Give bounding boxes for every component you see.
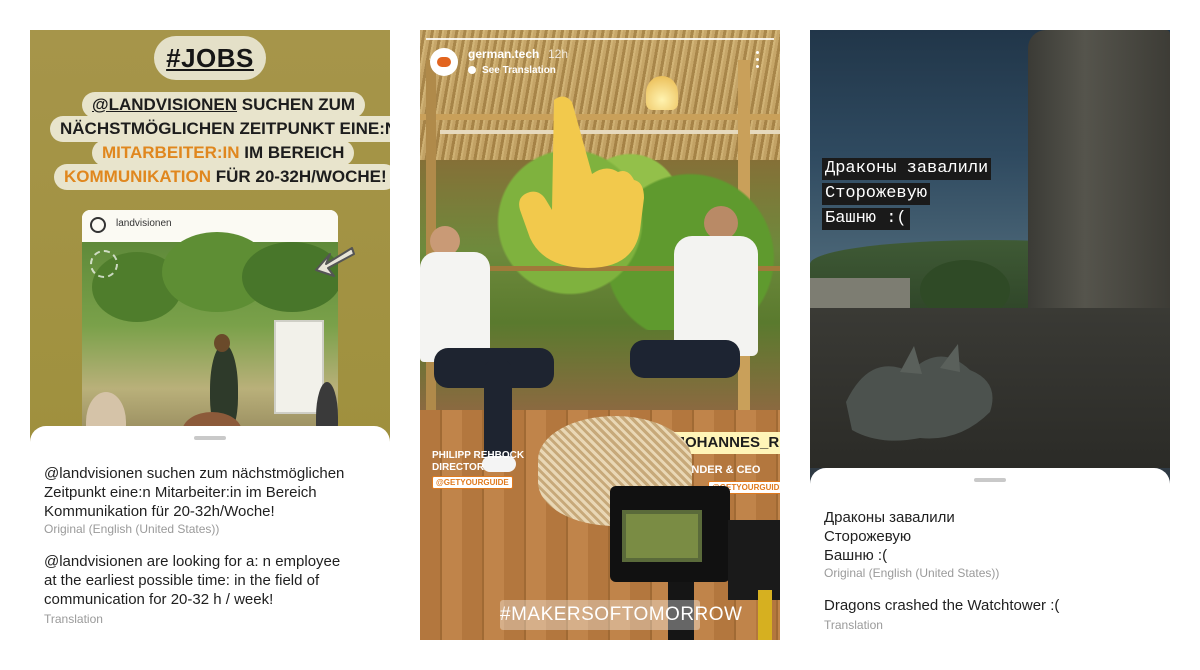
translated-text: Dragons crashed the Watchtower :( bbox=[824, 597, 1060, 614]
left-company-tag[interactable]: @GETYOURGUIDE bbox=[432, 476, 513, 489]
original-language-note: Original (English (United States)) bbox=[44, 522, 220, 536]
headline-line-3: MITARBEITER:IN IM BEREICH bbox=[92, 140, 355, 166]
original-line: @landvisionen suchen zum nächstmöglichen bbox=[44, 465, 345, 482]
hashtag-sticker[interactable]: #MAKERSOFTOMORROW bbox=[500, 600, 742, 630]
headline-line-4: KOMMUNIKATION FÜR 20-32H/WOCHE! bbox=[54, 164, 390, 190]
more-options-icon[interactable] bbox=[754, 50, 760, 70]
headline-line-1-text: SUCHEN ZUM bbox=[237, 95, 356, 114]
pointing-hand-emoji-icon bbox=[519, 96, 644, 268]
post-time: 12h bbox=[548, 47, 569, 61]
translate-icon bbox=[468, 66, 476, 74]
post-avatar bbox=[90, 217, 106, 233]
headline-mention: @LANDVISIONEN bbox=[92, 95, 238, 114]
left-man-shirt bbox=[420, 252, 490, 362]
account-name[interactable]: german.tech bbox=[468, 47, 539, 61]
original-line: Башню :( bbox=[824, 547, 888, 564]
post-photo bbox=[82, 232, 338, 450]
story-panel-german-tech[interactable]: german.tech 12h See Translation PHILIPP … bbox=[420, 30, 780, 640]
original-line: Kommunikation für 20-32h/Woche! bbox=[44, 503, 275, 520]
headline-line-1: @LANDVISIONEN SUCHEN ZUM bbox=[82, 92, 366, 118]
headline-role: MITARBEITER:IN bbox=[102, 143, 240, 162]
story-text-line: Сторожевую bbox=[822, 183, 931, 205]
post-username: landvisionen bbox=[116, 218, 172, 229]
original-line: Zeitpunkt eine:n Mitarbeiter:in im Berei… bbox=[44, 484, 317, 501]
headline-line-4-text: FÜR 20-32H/WOCHE! bbox=[211, 167, 387, 186]
translated-text: @landvisionen are looking for a: n emplo… bbox=[44, 552, 340, 609]
story-progress-bar bbox=[426, 38, 774, 40]
translation-sheet[interactable]: Драконы завалили Сторожевую Башню :( Ori… bbox=[810, 468, 1170, 640]
right-man-legs bbox=[630, 340, 740, 378]
pendant-lamp bbox=[646, 76, 678, 110]
original-text: Драконы завалили Сторожевую Башню :( bbox=[824, 508, 955, 565]
story-text-line: Драконы завалили bbox=[822, 158, 992, 180]
headline-line-2: NÄCHSTMÖGLICHEN ZEITPUNKT EINE:N bbox=[50, 116, 390, 142]
translation-sheet[interactable]: @landvisionen suchen zum nächstmöglichen… bbox=[30, 426, 390, 640]
see-translation-label: See Translation bbox=[482, 65, 556, 76]
original-line: Сторожевую bbox=[824, 528, 912, 545]
story-panel-castle[interactable]: Драконы завалили Сторожевую Башню :( Дра… bbox=[810, 30, 1170, 640]
left-role-label: DIRECTOR bbox=[432, 462, 485, 473]
sheet-drag-handle[interactable] bbox=[194, 436, 226, 440]
embedded-post-card[interactable]: landvisionen bbox=[82, 210, 338, 450]
original-language-note: Original (English (United States)) bbox=[824, 566, 1000, 580]
story-text-line: Башню :( bbox=[822, 208, 910, 230]
account-avatar[interactable] bbox=[430, 48, 458, 76]
see-translation-button[interactable]: See Translation bbox=[468, 65, 556, 76]
translation-line: communication for 20-32 h / week! bbox=[44, 591, 274, 608]
sheet-drag-handle[interactable] bbox=[974, 478, 1006, 482]
right-man-shirt bbox=[674, 236, 758, 356]
original-text: @landvisionen suchen zum nächstmöglichen… bbox=[44, 464, 344, 521]
dragon-sculpture bbox=[846, 344, 993, 441]
translation-line: @landvisionen are looking for a: n emplo… bbox=[44, 553, 341, 570]
logo-watermark-icon bbox=[90, 250, 118, 278]
translation-label: Translation bbox=[44, 612, 103, 626]
headline-line-3-text: IM BEREICH bbox=[239, 143, 345, 162]
translation-label: Translation bbox=[824, 618, 883, 632]
arrow-pointer-icon bbox=[315, 247, 355, 277]
story-panel-landvisionen[interactable]: #JOBS @LANDVISIONEN SUCHEN ZUM NÄCHSTMÖG… bbox=[30, 30, 390, 640]
headline-field: KOMMUNIKATION bbox=[64, 167, 211, 186]
jobs-hashtag-sticker: #JOBS bbox=[154, 36, 266, 80]
original-line: Драконы завалили bbox=[824, 509, 955, 526]
house bbox=[810, 278, 910, 308]
left-name-label: PHILIPP REHBOCK bbox=[432, 450, 525, 461]
right-man-head bbox=[704, 206, 738, 240]
translation-line: at the earliest possible time: in the fi… bbox=[44, 572, 320, 589]
